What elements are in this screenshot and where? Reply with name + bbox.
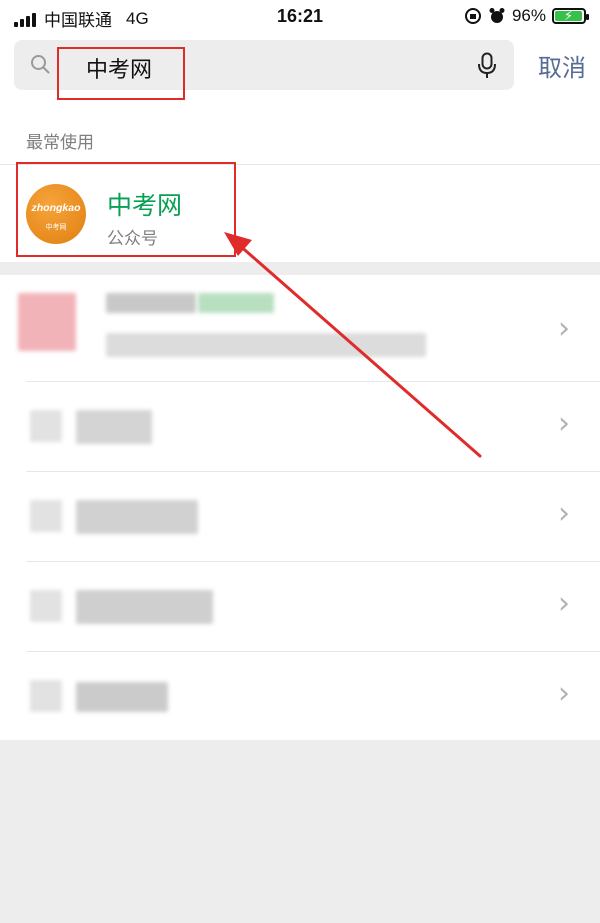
chevron-right-icon: › — [558, 406, 570, 441]
blurred-avatar — [30, 590, 62, 622]
alarm-icon — [489, 8, 505, 23]
section-label: 最常使用 — [26, 133, 94, 152]
blurred-avatar — [30, 500, 62, 532]
search-icon — [31, 55, 50, 74]
status-right: 96% ⚡ — [464, 6, 589, 26]
blurred-title — [76, 410, 152, 444]
chevron-right-icon: › — [558, 586, 570, 621]
chevron-right-icon: › — [558, 311, 570, 346]
battery-charging-icon: ⚡ — [552, 8, 589, 24]
list-item[interactable]: › — [0, 472, 600, 561]
battery-percent: 96% — [511, 6, 546, 25]
list-item[interactable]: › — [0, 275, 600, 364]
mic-icon[interactable] — [476, 52, 498, 80]
blurred-avatar — [30, 680, 62, 712]
result-highlight-box — [16, 162, 236, 257]
result-list: › › › › › — [0, 275, 600, 740]
blurred-title-tag — [198, 293, 274, 313]
blurred-title — [76, 682, 168, 712]
orientation-lock-icon — [464, 8, 481, 24]
list-item[interactable]: › — [0, 652, 600, 741]
chevron-right-icon: › — [558, 496, 570, 531]
cancel-button[interactable]: 取消 — [538, 48, 586, 83]
status-bar: 中国联通 4G 16:21 96% ⚡ — [0, 0, 600, 34]
search-highlight-box — [57, 47, 185, 100]
list-item[interactable]: › — [0, 562, 600, 651]
blurred-title — [106, 293, 196, 313]
blurred-subtitle — [106, 333, 426, 357]
blurred-avatar — [30, 410, 62, 442]
blurred-title — [76, 590, 213, 624]
blurred-title — [76, 500, 198, 534]
blurred-avatar — [18, 293, 76, 351]
chevron-right-icon: › — [558, 676, 570, 711]
list-item[interactable]: › — [0, 382, 600, 471]
